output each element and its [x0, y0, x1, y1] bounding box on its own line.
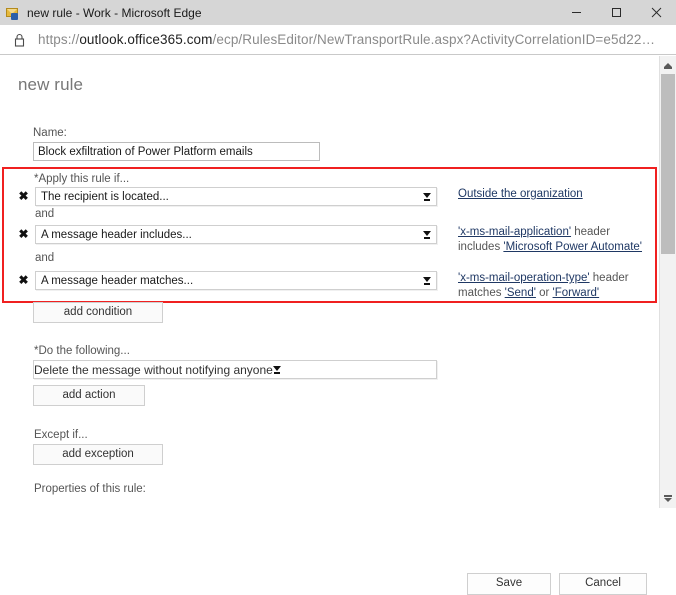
page-title: new rule	[18, 75, 84, 94]
name-label: Name:	[33, 127, 67, 139]
condition-select-value: A message header matches...	[41, 274, 194, 287]
condition-value-link[interactable]: 'x-ms-mail-application' header includes …	[458, 225, 654, 255]
save-button[interactable]: Save	[467, 573, 551, 595]
window-title: new rule - Work - Microsoft Edge	[27, 5, 202, 20]
add-condition-button[interactable]: add condition	[33, 302, 163, 323]
add-exception-button[interactable]: add exception	[33, 444, 163, 465]
condition-value-link[interactable]: 'x-ms-mail-operation-type' header matche…	[458, 271, 654, 301]
chevron-down-icon	[418, 192, 436, 201]
lock-icon	[12, 32, 26, 48]
add-action-button[interactable]: add action	[33, 385, 145, 406]
scroll-down-icon[interactable]	[660, 491, 676, 508]
chevron-down-icon	[418, 276, 436, 285]
address-bar[interactable]: https://outlook.office365.com/ecp/RulesE…	[0, 25, 676, 55]
minimize-icon[interactable]	[556, 0, 596, 25]
cancel-button[interactable]: Cancel	[559, 573, 647, 595]
url-prefix: https://	[38, 32, 80, 47]
condition-text-part: or	[535, 287, 553, 299]
condition-select-value: A message header includes...	[41, 228, 192, 241]
remove-condition-icon[interactable]: ✖	[17, 226, 30, 242]
action-select[interactable]: Delete the message without notifying any…	[33, 360, 437, 379]
url-path: /ecp/RulesEditor/NewTransportRule.aspx?A…	[212, 32, 656, 47]
condition-link-part[interactable]: 'Forward'	[553, 287, 600, 299]
page-content: new rule Name: *Apply this rule if... ✖ …	[0, 56, 676, 595]
close-icon[interactable]	[636, 0, 676, 25]
condition-select[interactable]: The recipient is located...	[35, 187, 437, 206]
condition-value-link[interactable]: Outside the organization	[458, 187, 654, 202]
url-text: https://outlook.office365.com/ecp/RulesE…	[38, 32, 655, 47]
rule-name-input[interactable]	[33, 142, 320, 161]
action-select-value: Delete the message without notifying any…	[34, 362, 273, 377]
vertical-scrollbar[interactable]	[659, 56, 676, 508]
and-separator: and	[35, 252, 55, 264]
edge-browser-window: new rule - Work - Microsoft Edge https:/…	[0, 0, 676, 595]
condition-link-part[interactable]: 'Microsoft Power Automate'	[503, 241, 642, 253]
condition-select[interactable]: A message header includes...	[35, 225, 437, 244]
condition-select[interactable]: A message header matches...	[35, 271, 437, 290]
scrollbar-thumb[interactable]	[661, 74, 675, 254]
url-host: outlook.office365.com	[79, 32, 213, 47]
maximize-icon[interactable]	[596, 0, 636, 25]
chevron-down-icon	[272, 365, 281, 374]
do-the-following-label: *Do the following...	[34, 345, 130, 357]
remove-condition-icon[interactable]: ✖	[17, 188, 30, 204]
window-controls	[556, 0, 676, 25]
except-if-label: Except if...	[34, 429, 88, 441]
chevron-down-icon	[418, 230, 436, 239]
condition-link-part[interactable]: 'x-ms-mail-operation-type'	[458, 272, 590, 284]
remove-condition-icon[interactable]: ✖	[17, 272, 30, 288]
properties-label: Properties of this rule:	[34, 483, 146, 495]
condition-link-part[interactable]: 'Send'	[505, 287, 536, 299]
apply-rule-label: *Apply this rule if...	[34, 173, 130, 185]
condition-link-part[interactable]: 'x-ms-mail-application'	[458, 226, 571, 238]
and-separator: and	[35, 208, 55, 220]
title-bar: new rule - Work - Microsoft Edge	[0, 0, 676, 25]
condition-link-part[interactable]: Outside the organization	[458, 188, 583, 200]
condition-select-value: The recipient is located...	[41, 190, 169, 203]
scroll-up-icon[interactable]	[660, 56, 676, 73]
mail-rule-icon	[5, 5, 21, 21]
